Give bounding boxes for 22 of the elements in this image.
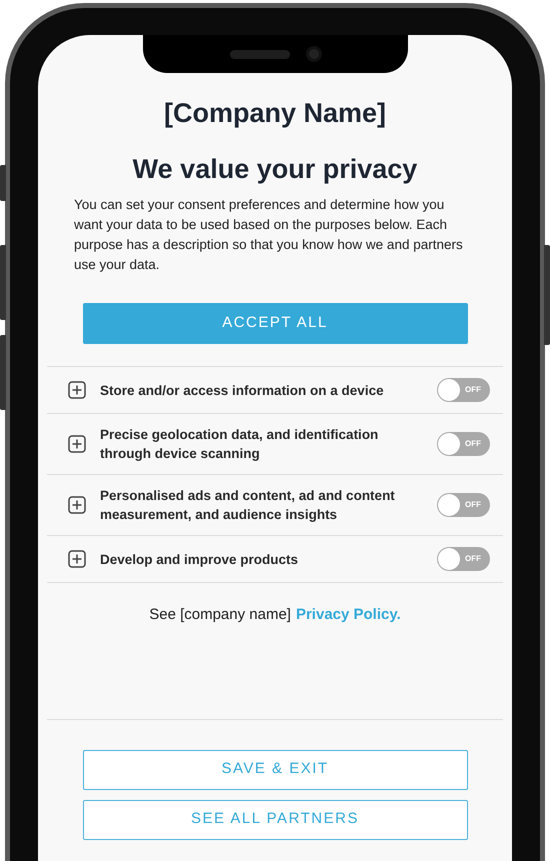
purpose-label: Store and/or access information on a device: [100, 382, 385, 400]
company-name: [Company Name]: [164, 97, 386, 130]
camera-icon: [306, 46, 322, 62]
consent-toggle[interactable]: OFF: [437, 378, 490, 402]
privacy-heading: We value your privacy: [132, 153, 418, 186]
purpose-label: Develop and improve products: [100, 550, 300, 568]
expand-plus-icon[interactable]: [68, 496, 86, 514]
consent-toggle[interactable]: OFF: [437, 547, 490, 571]
expand-plus-icon[interactable]: [68, 435, 86, 453]
purpose-label: Precise geolocation data, and identification through device scanning: [100, 426, 380, 463]
outline-button[interactable]: SAVE & EXIT: [82, 750, 468, 790]
outline-button[interactable]: SEE ALL PARTNERS: [82, 800, 468, 840]
policy-text: See [company name]: [149, 605, 291, 625]
purpose-label: Personalised ads and content, ad and content measurement, and audience insights: [100, 487, 396, 524]
consent-toggle[interactable]: OFF: [437, 493, 490, 517]
accept-all-button[interactable]: ACCEPT ALL: [82, 303, 468, 344]
expand-plus-icon[interactable]: [68, 550, 86, 568]
privacy-policy-link[interactable]: Privacy Policy.: [296, 604, 401, 626]
speaker-icon: [230, 50, 290, 58]
consent-toggle[interactable]: OFF: [437, 432, 490, 456]
intro-paragraph: You can set your consent preferences and determine how you want your data to be used based on the purposes below. Each purpose has a description so that you know how we and partners use your data.: [73, 196, 464, 274]
expand-plus-icon[interactable]: [68, 381, 86, 399]
